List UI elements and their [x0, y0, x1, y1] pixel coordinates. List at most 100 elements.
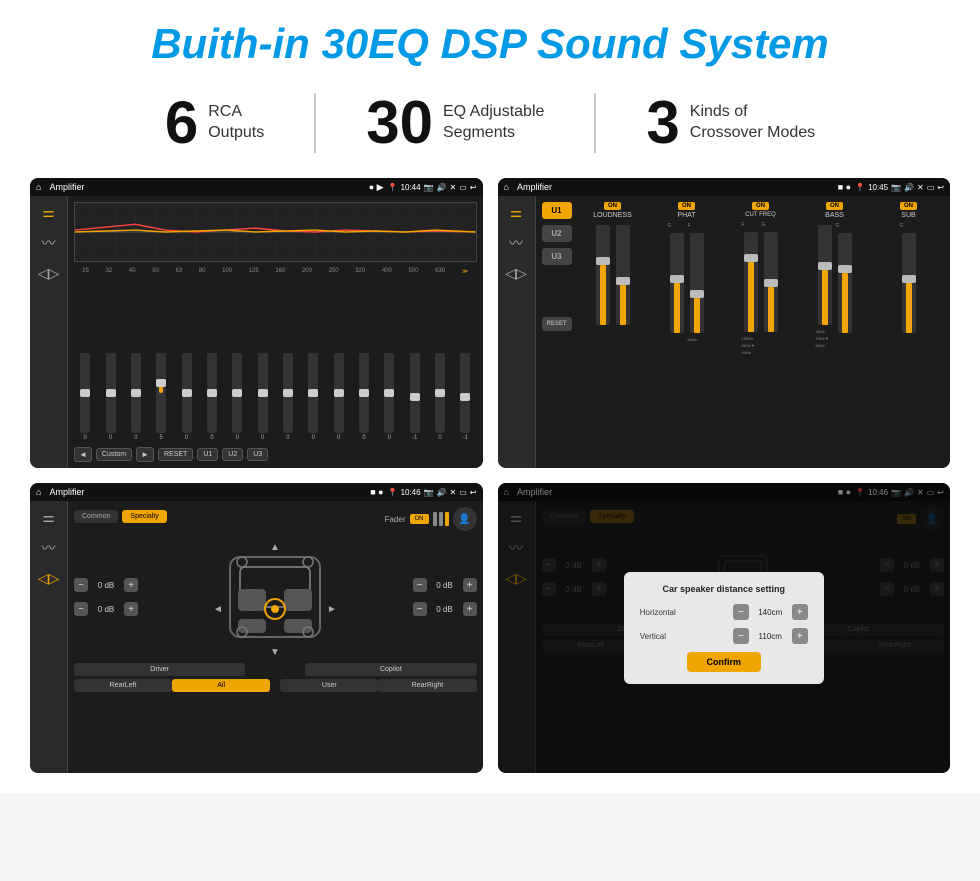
crossover-status-bar: ⌂ Amplifier ■ ● 📍 10:45 📷 🔊 ✕ ▭ ↩ [498, 178, 951, 196]
eq-slider-11[interactable]: 0 [359, 353, 369, 441]
confirm-button[interactable]: Confirm [687, 652, 762, 672]
eq-left-sidebar: ⚌ 〰 ◁▷ [30, 196, 68, 468]
fader-profile-icon[interactable]: 👤 [453, 507, 477, 531]
eq-prev-button[interactable]: ◄ [74, 447, 92, 462]
eq-slider-1[interactable]: 0 [106, 353, 116, 441]
cutfreq-slider-g[interactable] [764, 232, 778, 332]
crossover-sidebar-eq-icon[interactable]: ⚌ [510, 204, 523, 221]
crossover-reset-button[interactable]: RESET [542, 317, 572, 331]
eq-screen: ⌂ Amplifier ● ▶ 📍 10:44 📷 🔊 ✕ ▭ ↩ ⚌ 〰 [30, 178, 483, 468]
phat-on-badge[interactable]: ON [678, 202, 695, 210]
distance-horizontal-row: Horizontal − 140cm + [640, 604, 808, 620]
sub-on-badge[interactable]: ON [900, 202, 917, 210]
fader-db1-minus[interactable]: − [74, 578, 88, 592]
distance-vertical-minus[interactable]: − [733, 628, 749, 644]
fader-sidebar-wave-icon[interactable]: 〰 [42, 538, 56, 558]
cutfreq-f-col: F 100Hz 80Hz▼ 60Hz [742, 222, 760, 355]
sub-col: G [900, 223, 918, 335]
fader-sidebar-speaker-icon[interactable]: ◁▷ [38, 570, 60, 587]
eq-slider-3[interactable]: 5 [156, 353, 166, 441]
fader-copilot-button[interactable]: Copilot [305, 663, 476, 676]
fader-db3-value: 0 dB [430, 581, 460, 590]
eq-custom-button[interactable]: Custom [96, 448, 132, 461]
stat-rca: 6 RCA Outputs [115, 93, 314, 153]
fader-all-button[interactable]: All [172, 679, 270, 692]
eq-slider-4[interactable]: 0 [182, 353, 192, 441]
distance-horizontal-minus[interactable]: − [733, 604, 749, 620]
fader-tab-specialty[interactable]: Specialty [122, 510, 166, 523]
eq-u2-button[interactable]: U2 [222, 448, 243, 461]
fader-db2-minus[interactable]: − [74, 602, 88, 616]
bass-slider[interactable] [818, 225, 832, 325]
fader-db3-minus[interactable]: − [413, 578, 427, 592]
sub-sliders: G [900, 223, 918, 353]
bass-name: BASS [825, 212, 844, 219]
bass-slider-g[interactable] [838, 233, 852, 333]
fader-right-controls: − 0 dB + − 0 dB + [413, 575, 477, 619]
fader-status-icons: 📍 10:46 📷 🔊 ✕ ▭ ↩ [388, 488, 477, 497]
distance-screen-content: ⚌ 〰 ◁▷ Common Specialty ON 👤 [498, 501, 951, 773]
fader-user-button[interactable]: User [280, 679, 378, 692]
eq-slider-12[interactable]: 0 [384, 353, 394, 441]
fader-db2-plus[interactable]: + [124, 602, 138, 616]
crossover-sidebar-speaker-icon[interactable]: ◁▷ [505, 265, 527, 282]
eq-u3-button[interactable]: U3 [247, 448, 268, 461]
eq-sliders: 0 0 0 5 0 0 0 0 0 0 0 0 0 -1 0 [74, 279, 477, 443]
fader-tabs: Common Specialty [74, 510, 167, 523]
fader-sidebar-eq-icon[interactable]: ⚌ [42, 509, 55, 526]
eq-slider-13[interactable]: -1 [410, 353, 420, 441]
eq-slider-8[interactable]: 0 [283, 353, 293, 441]
eq-reset-button[interactable]: RESET [158, 448, 193, 461]
eq-slider-9[interactable]: 0 [308, 353, 318, 441]
eq-sidebar-speaker-icon[interactable]: ◁▷ [38, 265, 60, 282]
eq-slider-10[interactable]: 0 [334, 353, 344, 441]
eq-slider-0[interactable]: 0 [80, 353, 90, 441]
eq-slider-14[interactable]: 0 [435, 353, 445, 441]
crossover-u1-button[interactable]: U1 [542, 202, 572, 219]
distance-horizontal-plus[interactable]: + [792, 604, 808, 620]
phat-name: PHAT [677, 212, 695, 219]
fader-db-row-2: − 0 dB + [74, 602, 138, 616]
phat-slider-g[interactable] [670, 233, 684, 333]
eq-sidebar-wave-icon[interactable]: 〰 [42, 233, 56, 253]
eq-slider-15[interactable]: -1 [460, 353, 470, 441]
crossover-home-icon[interactable]: ⌂ [504, 182, 509, 192]
cutfreq-g-col: G [762, 222, 780, 334]
fader-rearleft-button[interactable]: RearLeft [74, 679, 172, 692]
cutfreq-on-badge[interactable]: ON [752, 202, 769, 210]
fader-db3-plus[interactable]: + [463, 578, 477, 592]
fader-on-toggle[interactable]: ON [410, 514, 429, 524]
fader-db1-plus[interactable]: + [124, 578, 138, 592]
eq-slider-6[interactable]: 0 [232, 353, 242, 441]
fader-tab-common[interactable]: Common [74, 510, 118, 523]
eq-slider-2[interactable]: 0 [131, 353, 141, 441]
fader-home-icon[interactable]: ⌂ [36, 487, 41, 497]
eq-slider-5[interactable]: 0 [207, 353, 217, 441]
bass-g-col: G [836, 223, 854, 335]
eq-slider-7[interactable]: 0 [258, 353, 268, 441]
phat-slider-f[interactable] [690, 233, 704, 333]
fader-db4-plus[interactable]: + [463, 602, 477, 616]
cutfreq-slider-f[interactable] [744, 232, 758, 332]
crossover-u3-button[interactable]: U3 [542, 248, 572, 265]
loudness-slider-2[interactable] [616, 225, 630, 325]
fader-spacer2 [270, 679, 280, 692]
distance-vertical-plus[interactable]: + [792, 628, 808, 644]
fader-rearright-button[interactable]: RearRight [378, 679, 476, 692]
eq-play-button[interactable]: ► [136, 447, 154, 462]
loudness-slider-1[interactable] [596, 225, 610, 325]
stat-eq-number: 30 [366, 93, 433, 153]
loudness-on-badge[interactable]: ON [604, 202, 621, 210]
home-icon[interactable]: ⌂ [36, 182, 41, 192]
sub-slider[interactable] [902, 233, 916, 333]
fader-db4-minus[interactable]: − [413, 602, 427, 616]
fader-bottom-row2: RearLeft All User RearRight [74, 679, 477, 692]
crossover-sidebar-wave-icon[interactable]: 〰 [509, 233, 523, 253]
crossover-u2-button[interactable]: U2 [542, 225, 572, 242]
fader-driver-button[interactable]: Driver [74, 663, 245, 676]
fader-spacer [245, 663, 305, 676]
bass-on-badge[interactable]: ON [826, 202, 843, 210]
eq-sidebar-eq-icon[interactable]: ⚌ [42, 204, 55, 221]
crossover-phat-channel: ON PHAT G F [652, 202, 722, 462]
eq-u1-button[interactable]: U1 [197, 448, 218, 461]
